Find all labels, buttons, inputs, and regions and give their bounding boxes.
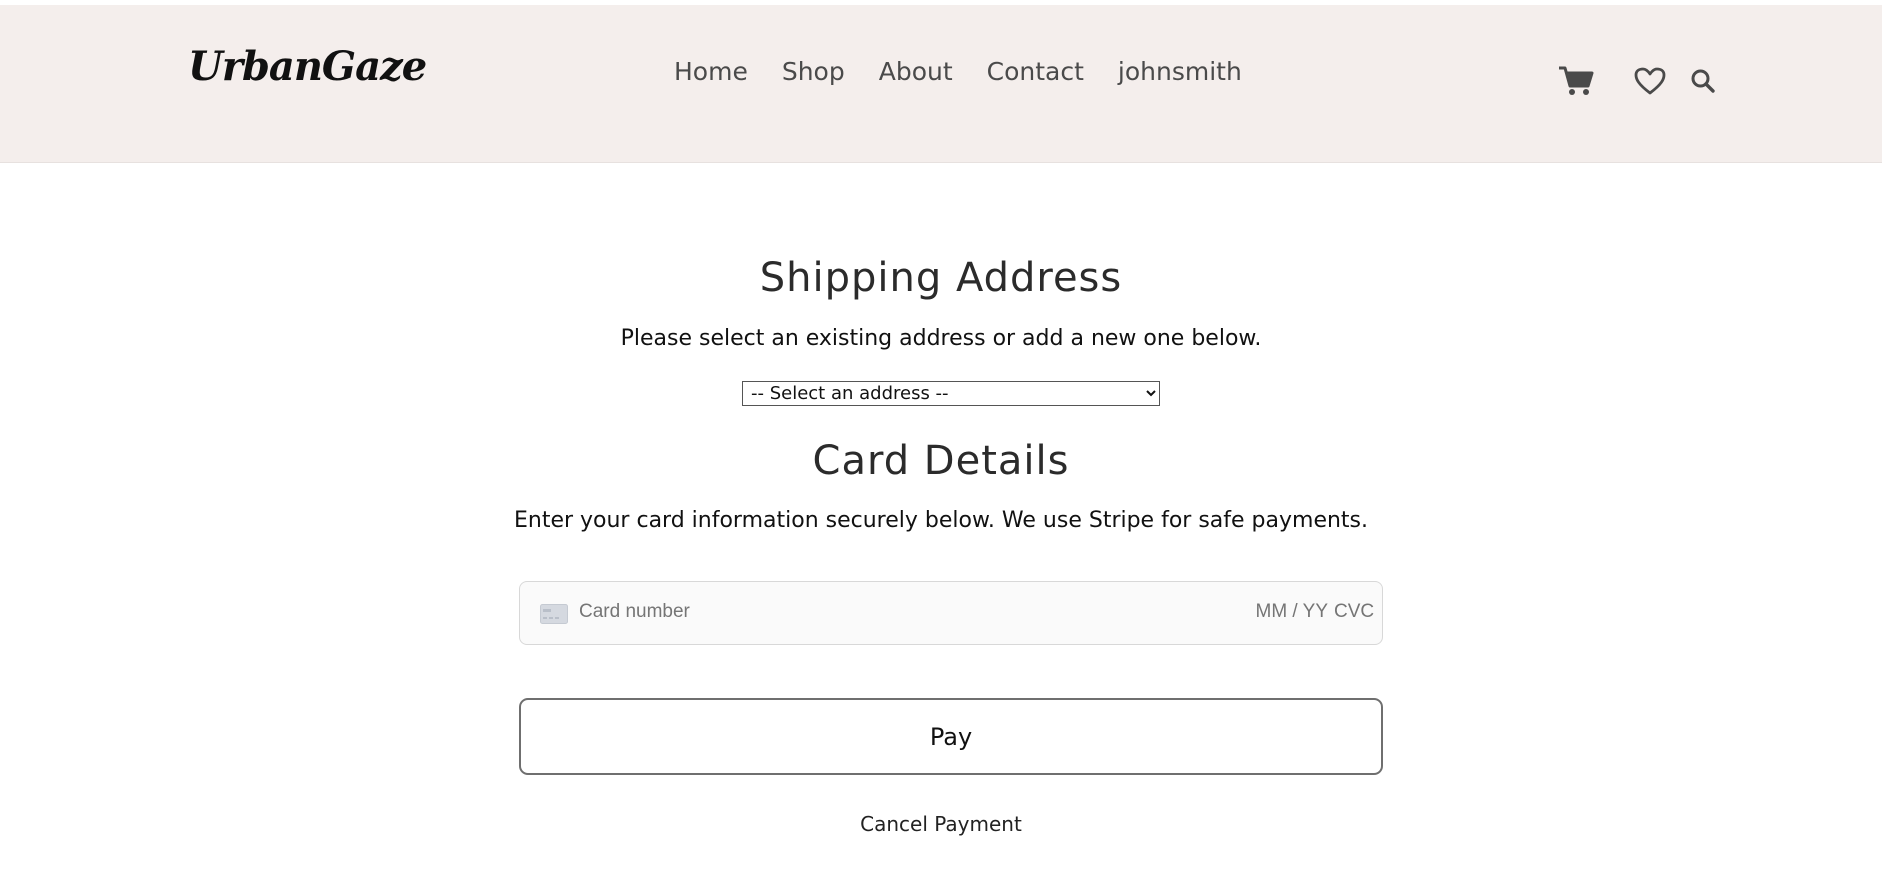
nav-contact[interactable]: Contact: [987, 57, 1084, 86]
search-icon[interactable]: [1690, 68, 1716, 94]
card-subtitle: Enter your card information securely bel…: [513, 508, 1369, 533]
address-select[interactable]: -- Select an address --: [742, 381, 1160, 406]
nav-about[interactable]: About: [879, 57, 953, 86]
main-nav: Home Shop About Contact johnsmith: [674, 57, 1242, 86]
heart-icon[interactable]: [1634, 67, 1666, 95]
site-header: UrbanGaze Home Shop About Contact johnsm…: [0, 5, 1882, 163]
shipping-title: Shipping Address: [759, 255, 1123, 301]
card-number-input[interactable]: [579, 601, 1079, 623]
card-input-box[interactable]: [519, 581, 1383, 645]
logo[interactable]: UrbanGaze: [188, 43, 427, 90]
card-title: Card Details: [812, 438, 1070, 484]
nav-home[interactable]: Home: [674, 57, 748, 86]
credit-card-icon: [540, 604, 568, 628]
card-cvc-input[interactable]: [1334, 601, 1378, 623]
header-icons: [1558, 65, 1716, 97]
pay-button[interactable]: Pay: [519, 698, 1383, 775]
nav-user[interactable]: johnsmith: [1118, 57, 1242, 86]
shipping-subtitle: Please select an existing address or add…: [620, 326, 1262, 351]
nav-shop[interactable]: Shop: [782, 57, 845, 86]
card-expiry-input[interactable]: [1228, 601, 1328, 623]
cart-icon[interactable]: [1558, 65, 1594, 97]
address-select-wrap: -- Select an address --: [742, 381, 1160, 406]
cancel-payment-link[interactable]: Cancel Payment: [0, 812, 1882, 836]
